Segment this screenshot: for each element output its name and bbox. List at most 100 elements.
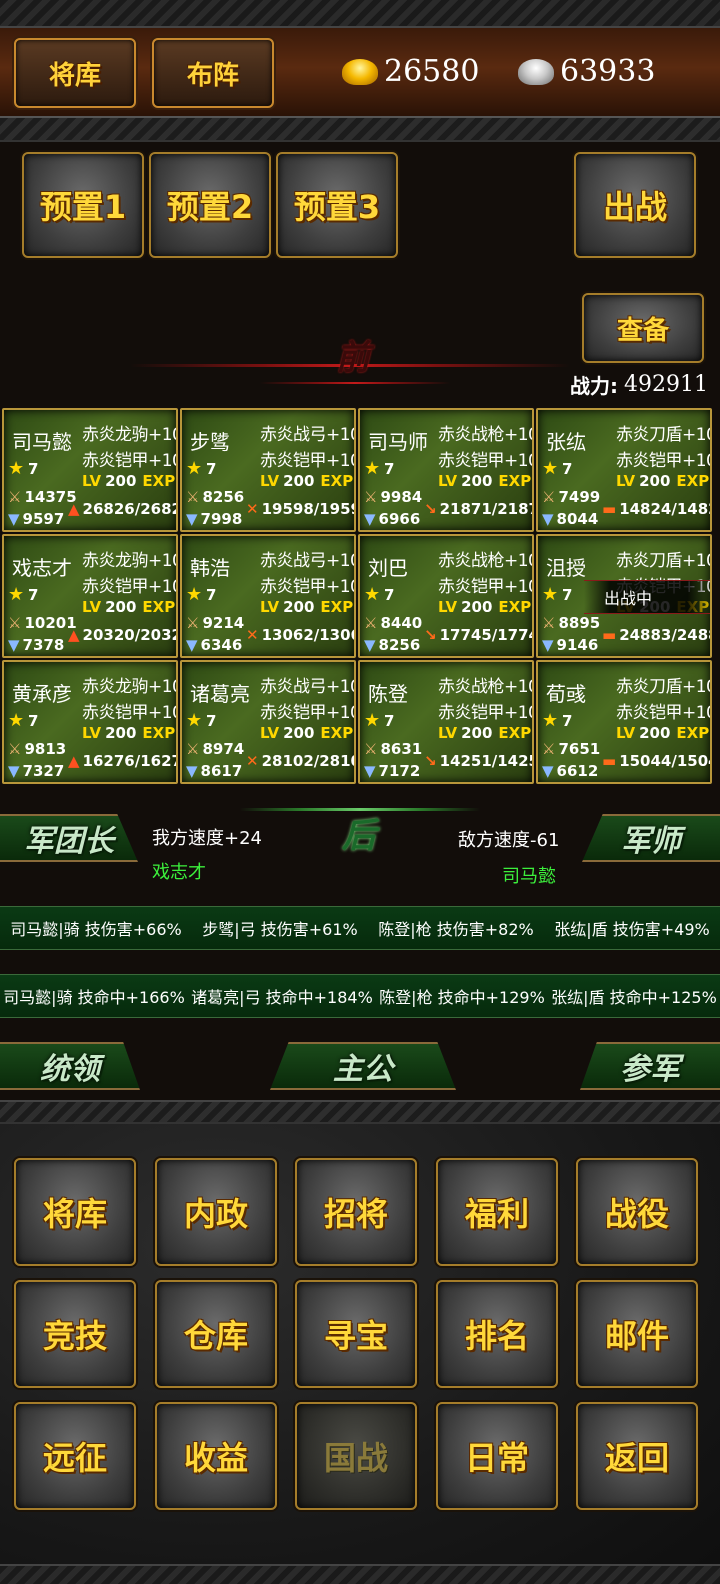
general-equipment-1: 赤炎龙驹+100	[82, 551, 176, 571]
level-value: 200	[105, 598, 137, 616]
exp-value: 0%	[533, 472, 534, 490]
general-card[interactable]: 张纮赤炎刀盾+100赤炎铠甲+100★7LV200EXP0%⚔7499▼8044…	[536, 408, 712, 532]
general-equipment-2: 赤炎铠甲+100	[260, 577, 354, 597]
preset-3-button[interactable]: 预置3	[276, 152, 398, 258]
general-level: LV200 EXP0%	[438, 724, 532, 742]
commander-tab[interactable]: 军团长	[0, 814, 138, 862]
general-card[interactable]: 司马师赤炎战枪+100赤炎铠甲+100★7LV200EXP0%⚔9984▼696…	[358, 408, 534, 532]
general-card[interactable]: 荀彧赤炎刀盾+100赤炎铠甲+100★7LV200EXP0%⚔7651▼6612…	[536, 660, 712, 784]
general-level: LV200 EXP0%	[260, 472, 356, 490]
general-card[interactable]: 刘巴赤炎战枪+100赤炎铠甲+100★7LV200EXP0%⚔8440▼8256…	[358, 534, 534, 658]
general-level: LV200 EXP0%	[616, 472, 712, 490]
mail-menu-button[interactable]: 邮件	[576, 1280, 698, 1388]
preset-2-button[interactable]: 预置2	[149, 152, 271, 258]
star-icon: ★	[542, 458, 559, 479]
lv-label: LV	[438, 472, 458, 490]
general-attack: ⚔ 8895	[542, 614, 600, 632]
general-card[interactable]: 诸葛亮赤炎战弓+100赤炎铠甲+100★7LV200EXP0%⚔8974▼861…	[180, 660, 356, 784]
ranking-menu-button[interactable]: 排名	[436, 1280, 558, 1388]
leader-tab[interactable]: 统领	[0, 1042, 140, 1090]
general-card[interactable]: 戏志才赤炎龙驹+100 赤炎铠甲+100 ★7 LV200 EXP0% ⚔10201 ▼73…	[2, 534, 178, 658]
general-card[interactable]: 步骘赤炎战弓+100赤炎铠甲+100★7LV200EXP0%⚔8256▼7998…	[180, 408, 356, 532]
general-card[interactable]: 沮授赤炎刀盾+100赤炎铠甲+100★7LV200EXP0%⚔8895▼9146…	[536, 534, 712, 658]
defense-value: 9146	[556, 636, 599, 654]
exp-label: EXP	[676, 724, 710, 742]
exp-value: 0%	[355, 472, 356, 490]
general-level: LV200 EXP0%	[438, 598, 532, 616]
troops-value: 28102/28102	[261, 752, 354, 770]
hit-buff: 诸葛亮|弓 技命中+184%	[191, 988, 373, 1007]
armor-icon: ▼	[186, 636, 198, 654]
general-name: 荀彧	[546, 682, 586, 706]
nation-war-menu-button[interactable]: 国战	[295, 1402, 417, 1510]
general-equipment-2: 赤炎铠甲+100	[438, 703, 532, 723]
general-equipment-1: 赤炎战弓+100	[260, 677, 354, 697]
general-level: LV200 EXP0%	[438, 472, 534, 490]
warehouse-menu-button[interactable]: 仓库	[155, 1280, 277, 1388]
view-gear-button[interactable]: 查备	[582, 293, 704, 363]
star-icon: ★	[542, 584, 559, 605]
exp-value: 0%	[711, 472, 712, 490]
sword-icon: ⚔	[8, 740, 22, 758]
domestic-menu-button[interactable]: 内政	[155, 1158, 277, 1266]
preset-1-button[interactable]: 预置1	[22, 152, 144, 258]
deploy-button[interactable]: 出战	[574, 152, 696, 258]
attack-value: 8974	[202, 740, 245, 758]
general-stars: 7	[206, 712, 217, 730]
daily-menu-button[interactable]: 日常	[436, 1402, 558, 1510]
exp-value: 0%	[711, 724, 712, 742]
sword-icon: ⚔	[186, 740, 200, 758]
front-ornament-line-2	[260, 382, 450, 384]
general-store-tab-button[interactable]: 将库	[14, 38, 136, 108]
general-store-menu-button[interactable]: 将库	[14, 1158, 136, 1266]
star-icon: ★	[186, 584, 203, 605]
lord-tab[interactable]: 主公	[270, 1042, 456, 1090]
damage-buff: 陈登|枪 技伤害+82%	[378, 920, 534, 939]
shield-icon: ▬	[602, 752, 617, 770]
general-equipment-1: 赤炎龙驹+100	[82, 425, 176, 445]
level-value: 200	[283, 472, 315, 490]
armor-icon: ▼	[186, 762, 198, 780]
front-row-mark: 前	[336, 338, 370, 378]
damage-buff: 司马懿|骑 技伤害+66%	[10, 920, 182, 939]
recruit-menu-button[interactable]: 招将	[295, 1158, 417, 1266]
general-card[interactable]: 陈登赤炎战枪+100赤炎铠甲+100★7LV200EXP0%⚔8631▼7172…	[358, 660, 534, 784]
armor-icon: ▼	[542, 510, 554, 528]
treasure-hunt-menu-button[interactable]: 寻宝	[295, 1280, 417, 1388]
exp-label: EXP	[320, 724, 354, 742]
welfare-menu-button[interactable]: 福利	[436, 1158, 558, 1266]
strategist-tab[interactable]: 军师	[582, 814, 720, 862]
lv-label: LV	[260, 598, 280, 616]
general-card[interactable]: 黄承彦赤炎龙驹+100赤炎铠甲+100★7LV200EXP0%⚔9813▼732…	[2, 660, 178, 784]
sword-icon: ⚔	[542, 488, 556, 506]
general-equipment-2: 赤炎铠甲+100	[616, 703, 710, 723]
back-menu-button[interactable]: 返回	[576, 1402, 698, 1510]
advisor-tab[interactable]: 参军	[580, 1042, 720, 1090]
general-troops: ↘21871/21871	[424, 500, 532, 518]
exp-value: 0%	[177, 472, 178, 490]
income-menu-button[interactable]: 收益	[155, 1402, 277, 1510]
level-value: 200	[461, 598, 493, 616]
star-icon: ★	[186, 710, 203, 731]
general-defense: ▼ 9146	[542, 636, 598, 654]
damage-buff-row: 司马懿|骑 技伤害+66% 步骘|弓 技伤害+61% 陈登|枪 技伤害+82% …	[0, 906, 720, 950]
star-icon: ★	[8, 584, 25, 605]
general-defense: ▼ 9597	[8, 510, 64, 528]
expedition-menu-button[interactable]: 远征	[14, 1402, 136, 1510]
general-attack: ⚔ 8974	[186, 740, 244, 758]
armor-icon: ▼	[364, 636, 376, 654]
attack-value: 8631	[380, 740, 423, 758]
combat-power-label: 战力:	[570, 374, 618, 398]
general-equipment-1: 赤炎战枪+100	[438, 677, 532, 697]
general-name: 步骘	[190, 430, 230, 454]
damage-buff: 张纮|盾 技伤害+49%	[554, 920, 710, 939]
general-defense: ▼ 6612	[542, 762, 598, 780]
formation-tab-button[interactable]: 布阵	[152, 38, 274, 108]
campaign-menu-button[interactable]: 战役	[576, 1158, 698, 1266]
general-card[interactable]: 司马懿赤炎龙驹+100 赤炎铠甲+100 ★7 LV200 EXP0% ⚔14375 ▼95…	[2, 408, 178, 532]
armor-icon: ▼	[542, 762, 554, 780]
general-card[interactable]: 韩浩赤炎战弓+100赤炎铠甲+100★7LV200EXP0%⚔9214▼6346…	[180, 534, 356, 658]
arena-menu-button[interactable]: 竞技	[14, 1280, 136, 1388]
attack-value: 7651	[558, 740, 601, 758]
defense-value: 7998	[200, 510, 243, 528]
